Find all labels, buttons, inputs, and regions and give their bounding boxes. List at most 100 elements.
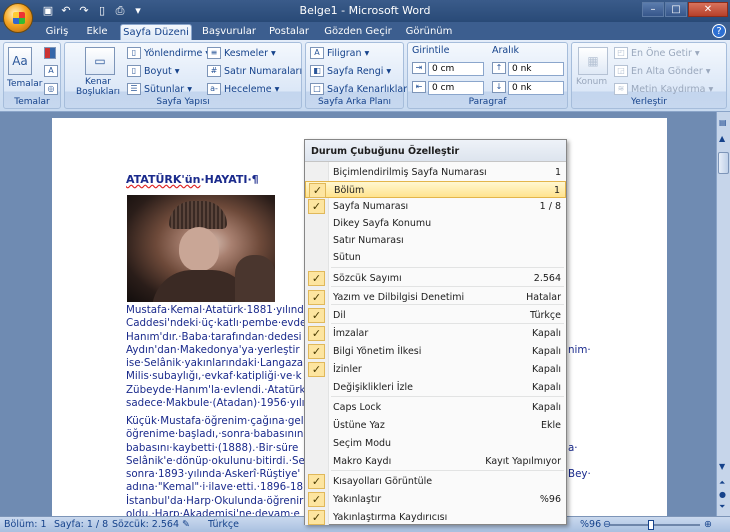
minimize-button[interactable]: – — [642, 2, 664, 17]
page-color-button[interactable]: ◧ Sayfa Rengi ▾ — [310, 65, 391, 77]
ruler-toggle-icon[interactable]: ▤ — [719, 118, 727, 127]
zoom-slider[interactable] — [610, 520, 700, 530]
menu-item-16[interactable]: Makro Kaydı Kayıt Yapılmıyor — [305, 453, 566, 470]
tab-giris[interactable]: Giriş — [40, 24, 74, 40]
vertical-scrollbar[interactable]: ▤ ▲ ▼ ⏶ ● ⏷ — [716, 112, 730, 516]
menu-item-label: İmzalar — [333, 328, 369, 339]
bring-to-front-button[interactable]: ◰ En Öne Getir ▾ — [614, 47, 700, 59]
scroll-down-icon[interactable]: ▼ — [719, 462, 725, 471]
document-title: ATATÜRK'ün·HAYATI·¶ — [126, 173, 259, 186]
paragraph-1-right-fragment: nim· — [568, 344, 591, 356]
zoom-out-icon[interactable]: ⊖ — [603, 519, 611, 530]
margins-button[interactable]: Kenar Boşlukları — [69, 77, 127, 97]
menu-item-value: Hatalar — [526, 292, 561, 303]
menu-item-label: Değişiklikleri İzle — [333, 382, 414, 393]
size-icon: ▯ — [127, 65, 141, 77]
menu-item-14[interactable]: Üstüne Yaz Ekle — [305, 417, 566, 434]
status-language[interactable]: Türkçe — [208, 519, 239, 530]
spacing-after-input[interactable]: 0 nk — [508, 81, 564, 95]
position-button[interactable]: Konum — [576, 77, 607, 87]
menu-item-value: %96 — [539, 494, 561, 505]
hyphenation-button[interactable]: a- Heceleme ▾ — [207, 83, 279, 95]
menu-item-label: Sütun — [333, 252, 361, 263]
themes-icon[interactable]: Aa — [8, 47, 32, 75]
menu-item-8[interactable]: ✓ Dil Türkçe — [305, 307, 566, 324]
menu-item-15[interactable]: Seçim Modu — [305, 435, 566, 452]
menu-item-0[interactable]: Biçimlendirilmiş Sayfa Numarası 1 — [305, 164, 566, 181]
watermark-button[interactable]: A Filigran ▾ — [310, 47, 369, 59]
ataturk-photo[interactable] — [127, 195, 275, 302]
status-word-count[interactable]: Sözcük: 2.564 — [112, 519, 179, 530]
proofing-icon[interactable]: ✎ — [182, 519, 190, 530]
menu-item-11[interactable]: ✓ İzinler Kapalı — [305, 361, 566, 378]
office-button[interactable] — [3, 3, 33, 33]
ribbon-tabs: Giriş Ekle Sayfa Düzeni Başvurular Posta… — [0, 22, 730, 40]
tab-postalar[interactable]: Postalar — [266, 24, 312, 40]
zoom-slider-thumb[interactable] — [648, 520, 654, 530]
close-button[interactable]: ✕ — [688, 2, 728, 17]
menu-item-value: Ekle — [541, 420, 561, 431]
checkmark-icon: ✓ — [308, 344, 325, 359]
columns-button[interactable]: ☰ Sütunlar ▾ — [127, 83, 192, 95]
menu-item-10[interactable]: ✓ Bilgi Yönetim İlkesi Kapalı — [305, 343, 566, 360]
theme-effects-icon[interactable]: ◎ — [44, 83, 58, 95]
group-label-sayfa-yapisi: Sayfa Yapısı — [156, 97, 210, 107]
menu-item-value: 2.564 — [533, 273, 561, 284]
menu-item-18[interactable]: ✓ Yakınlaştır %96 — [305, 491, 566, 508]
text-wrapping-button[interactable]: ≋ Metin Kaydırma ▾ — [614, 83, 713, 95]
line-numbers-icon: # — [207, 65, 221, 77]
tab-basvurular[interactable]: Başvurular — [198, 24, 260, 40]
customize-status-bar-menu: Durum Çubuğunu Özelleştir Biçimlendirilm… — [304, 139, 567, 525]
menu-title: Durum Çubuğunu Özelleştir — [305, 140, 566, 162]
checkmark-icon: ✓ — [308, 474, 325, 489]
send-to-back-button[interactable]: ◲ En Alta Gönder ▾ — [614, 65, 711, 77]
menu-item-label: Bilgi Yönetim İlkesi — [333, 346, 422, 357]
line-numbers-button[interactable]: #Satır Numaraları▾ — [207, 65, 310, 77]
next-page-icon[interactable]: ⏷ — [719, 502, 725, 512]
browse-object-icon[interactable]: ● — [719, 490, 726, 499]
title-bar: ▣ ↶ ↷ ▯ ⎙ ▾ Belge1 - Microsoft Word – □ … — [0, 0, 730, 22]
spacing-label: Aralık — [492, 45, 520, 56]
theme-fonts-icon[interactable]: A — [44, 65, 58, 77]
status-zoom[interactable]: %96 — [580, 519, 601, 530]
group-sayfa-yapisi: ▭ Kenar Boşlukları ▯Yönlendirme▾ ▯Boyut▾… — [64, 42, 310, 109]
menu-item-3[interactable]: Dikey Sayfa Konumu — [305, 215, 566, 232]
menu-item-17[interactable]: ✓ Kısayolları Görüntüle — [305, 473, 566, 490]
size-button[interactable]: ▯ Boyut ▾ — [127, 65, 179, 77]
theme-colors-icon[interactable] — [44, 47, 56, 59]
margins-icon[interactable]: ▭ — [85, 47, 115, 75]
menu-item-5[interactable]: Sütun — [305, 249, 566, 266]
scrollbar-thumb[interactable] — [718, 152, 729, 174]
orientation-button[interactable]: ▯Yönlendirme▾ — [127, 47, 210, 59]
tab-gozden-gecir[interactable]: Gözden Geçir — [320, 24, 396, 40]
tab-gorunum[interactable]: Görünüm — [402, 24, 456, 40]
tab-sayfa-duzeni[interactable]: Sayfa Düzeni — [120, 24, 192, 40]
menu-item-4[interactable]: Satır Numarası — [305, 232, 566, 249]
indent-right-input[interactable]: 0 cm — [428, 81, 484, 95]
menu-item-19[interactable]: ✓ Yakınlaştırma Kaydırıcısı — [305, 509, 566, 526]
spacing-before-input[interactable]: 0 nk — [508, 62, 564, 76]
menu-item-label: Yazım ve Dilbilgisi Denetimi — [333, 292, 465, 303]
scroll-up-icon[interactable]: ▲ — [719, 134, 725, 143]
maximize-button[interactable]: □ — [665, 2, 687, 17]
indent-left-input[interactable]: 0 cm — [428, 62, 484, 76]
menu-item-1[interactable]: ✓ Bölüm 1 — [305, 181, 566, 198]
hyphenation-icon: a- — [207, 83, 221, 95]
zoom-in-icon[interactable]: ⊕ — [704, 519, 712, 530]
status-page[interactable]: Sayfa: 1 / 8 — [54, 519, 108, 530]
themes-button[interactable]: Temalar — [7, 79, 43, 89]
status-section[interactable]: Bölüm: 1 — [4, 519, 47, 530]
help-icon[interactable]: ? — [712, 24, 726, 38]
menu-item-9[interactable]: ✓ İmzalar Kapalı — [305, 325, 566, 342]
paragraph-2-right-fragment-b: Bey· — [568, 468, 591, 480]
menu-item-12[interactable]: Değişiklikleri İzle Kapalı — [305, 379, 566, 396]
position-icon[interactable]: ▦ — [578, 47, 608, 75]
page-borders-button[interactable]: □ Sayfa Kenarlıkları — [310, 83, 410, 95]
tab-ekle[interactable]: Ekle — [80, 24, 114, 40]
menu-item-2[interactable]: ✓ Sayfa Numarası 1 / 8 — [305, 198, 566, 215]
menu-item-6[interactable]: ✓ Sözcük Sayımı 2.564 — [305, 270, 566, 287]
menu-item-13[interactable]: Caps Lock Kapalı — [305, 399, 566, 416]
previous-page-icon[interactable]: ⏶ — [719, 478, 725, 488]
menu-item-label: Sayfa Numarası — [333, 201, 409, 212]
breaks-button[interactable]: ≡ Kesmeler ▾ — [207, 47, 276, 59]
